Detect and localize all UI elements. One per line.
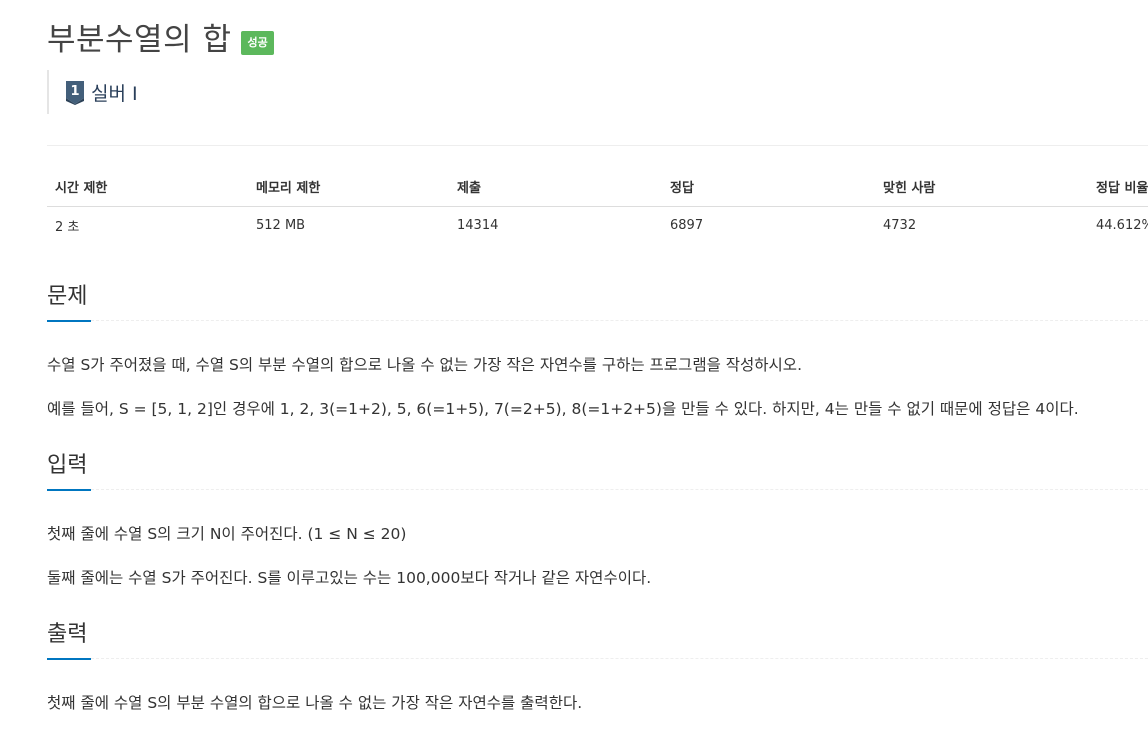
status-badge[interactable]: 성공 (241, 31, 274, 55)
problem-title: 부분수열의 합 (47, 22, 232, 58)
input-paragraph: 둘째 줄에는 수열 S가 주어진다. S를 이루고있는 수는 100,000보다… (47, 569, 652, 587)
section-divider (47, 320, 1148, 322)
problem-paragraph: 수열 S가 주어졌을 때, 수열 S의 부분 수열의 합으로 나올 수 없는 가… (47, 356, 802, 374)
header-memory-limit: 메모리 제한 (248, 166, 449, 207)
problem-description-section: 문제 수열 S가 주어졌을 때, 수열 S의 부분 수열의 합으로 나올 수 없… (47, 280, 1148, 420)
divider (47, 145, 1148, 146)
tier-number: 1 (70, 84, 79, 99)
section-heading-input: 입력 (47, 453, 88, 478)
header-accept-ratio: 정답 비율 (1088, 166, 1148, 207)
memory-limit-value: 512 MB (256, 218, 306, 233)
header-submissions: 제출 (449, 166, 662, 207)
accepted-value: 6897 (670, 218, 704, 233)
section-heading-output: 출력 (47, 622, 88, 647)
header-solved-users: 맞힌 사람 (875, 166, 1088, 207)
tier-block: 1 실버 I (47, 70, 138, 114)
output-paragraph: 첫째 줄에 수열 S의 부분 수열의 합으로 나올 수 없는 가장 작은 자연수… (47, 694, 583, 712)
input-paragraph: 첫째 줄에 수열 S의 크기 N이 주어진다. (1 ≤ N ≤ 20) (47, 525, 407, 543)
header-time-limit: 시간 제한 (47, 166, 248, 207)
header-accepted: 정답 (662, 166, 875, 207)
section-divider (47, 658, 1148, 660)
section-divider (47, 489, 1148, 491)
solved-users-value: 4732 (883, 218, 917, 233)
tier-label[interactable]: 실버 I (91, 79, 138, 106)
table-row: 2 초 512 MB 14314 6897 4732 44.612% (47, 207, 1148, 245)
title-row: 부분수열의 합 성공 (47, 20, 274, 60)
table-header-row: 시간 제한 메모리 제한 제출 정답 맞힌 사람 정답 비율 (47, 166, 1148, 207)
input-section: 입력 첫째 줄에 수열 S의 크기 N이 주어진다. (1 ≤ N ≤ 20) … (47, 449, 1148, 589)
submissions-value: 14314 (457, 218, 499, 233)
silver-tier-icon: 1 (66, 81, 84, 105)
problem-page: 부분수열의 합 성공 1 실버 I 시간 제한 메모리 제한 제출 정답 맞힌 … (0, 0, 1148, 743)
section-heading-problem: 문제 (47, 284, 88, 309)
output-section: 출력 첫째 줄에 수열 S의 부분 수열의 합으로 나올 수 없는 가장 작은 … (47, 618, 1148, 714)
problem-paragraph: 예를 들어, S = [5, 1, 2]인 경우에 1, 2, 3(=1+2),… (47, 400, 1079, 418)
problem-info-table: 시간 제한 메모리 제한 제출 정답 맞힌 사람 정답 비율 2 초 512 M… (47, 166, 1148, 244)
accept-ratio-value: 44.612% (1096, 218, 1148, 233)
time-limit-value: 2 초 (55, 220, 80, 235)
